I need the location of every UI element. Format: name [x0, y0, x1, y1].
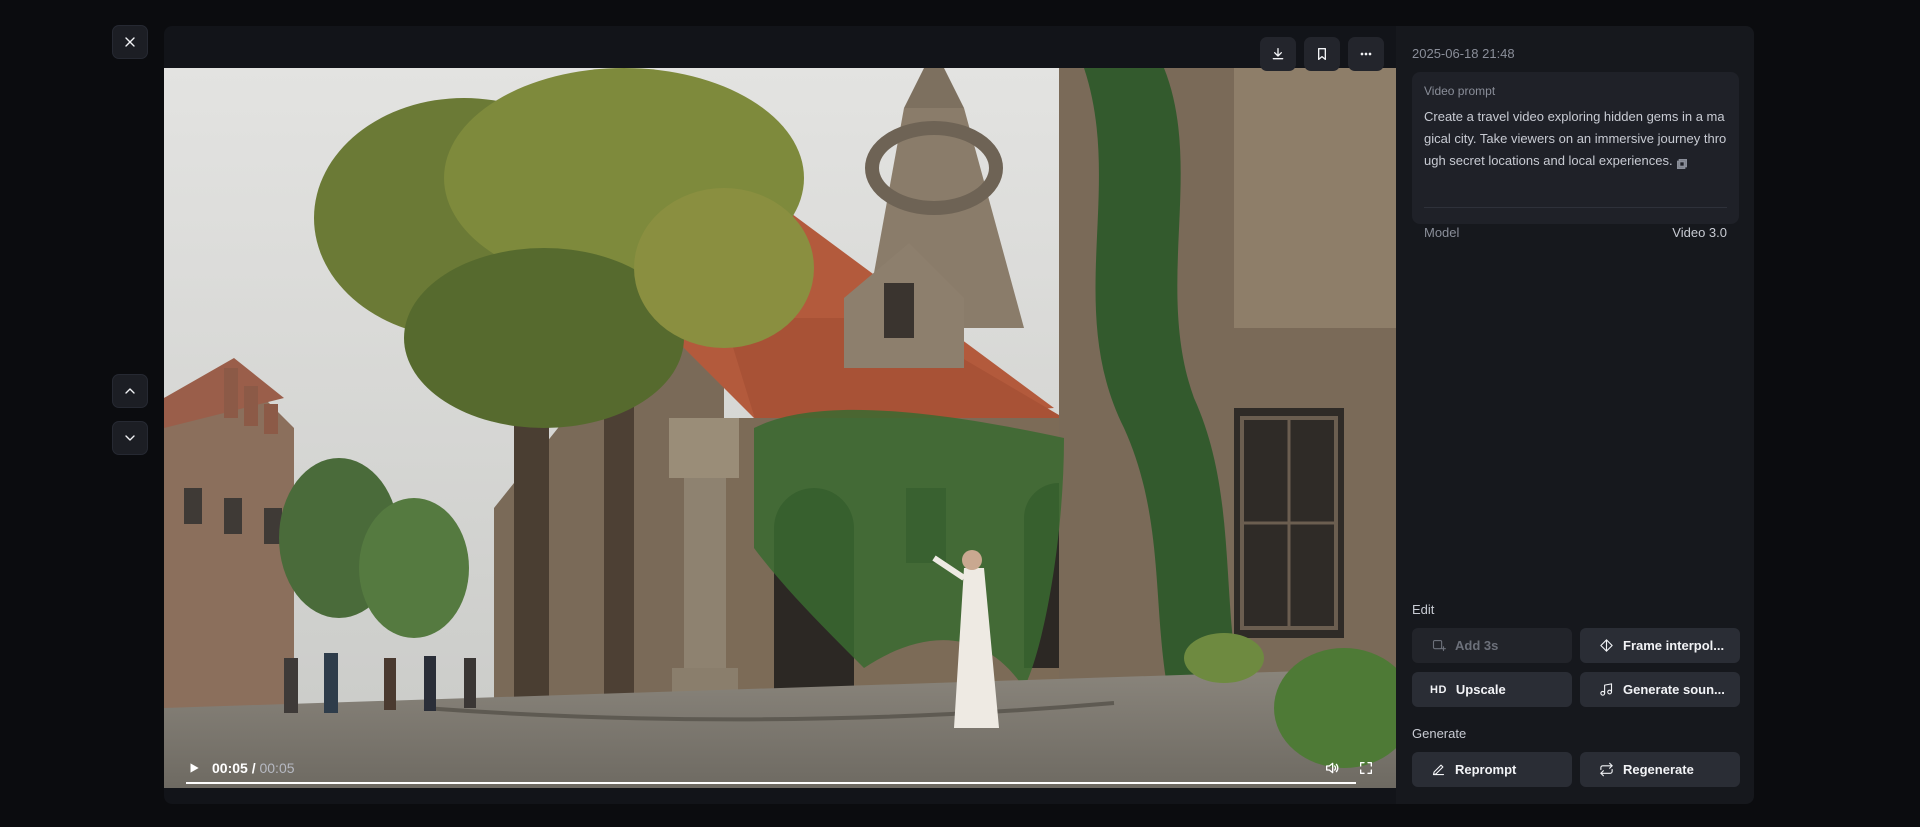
upscale-button[interactable]: HD Upscale	[1412, 672, 1572, 707]
model-row: Model Video 3.0	[1424, 225, 1727, 240]
bookmark-button[interactable]	[1304, 37, 1340, 71]
chevron-down-icon	[125, 435, 135, 441]
prompt-text-wrap: Create a travel video exploring hidden g…	[1424, 106, 1727, 172]
reprompt-label: Reprompt	[1455, 762, 1517, 777]
time-readout: 00:05 / 00:05	[212, 760, 295, 776]
more-icon	[1360, 52, 1372, 56]
divider	[1424, 207, 1727, 208]
current-time: 00:05	[212, 760, 248, 776]
next-item-button[interactable]	[112, 421, 148, 455]
prompt-label: Video prompt	[1424, 84, 1496, 98]
time-separator: /	[247, 760, 260, 776]
regenerate-button[interactable]: Regenerate	[1580, 752, 1740, 787]
video-player: 00:05 / 00:05	[164, 26, 1396, 804]
copy-icon[interactable]	[1676, 156, 1687, 169]
close-button[interactable]	[112, 25, 148, 59]
timestamp: 2025-06-18 21:48	[1412, 46, 1515, 61]
hd-icon: HD	[1430, 683, 1447, 696]
play-icon	[190, 763, 199, 773]
video-controls: 00:05 / 00:05	[164, 748, 1396, 788]
upscale-label: Upscale	[1455, 682, 1506, 697]
frame-interpolation-label: Frame interpol...	[1623, 638, 1725, 653]
add-3s-button[interactable]: Add 3s	[1412, 628, 1572, 663]
volume-button[interactable]	[1322, 758, 1342, 778]
repeat-icon	[1598, 762, 1614, 778]
model-label: Model	[1424, 225, 1460, 240]
previous-item-button[interactable]	[112, 374, 148, 408]
details-panel: 2025-06-18 21:48 Video prompt Create a t…	[1396, 26, 1754, 804]
duration: 00:05	[259, 760, 295, 776]
close-icon	[125, 37, 135, 47]
generate-sound-label: Generate soun...	[1623, 682, 1725, 697]
bookmark-icon	[1318, 48, 1326, 60]
more-options-button[interactable]	[1348, 37, 1384, 71]
edit-section-label: Edit	[1412, 602, 1435, 617]
chevron-up-icon	[125, 388, 135, 394]
video-frame[interactable]	[164, 68, 1396, 788]
regenerate-label: Regenerate	[1623, 762, 1694, 777]
add-time-icon	[1430, 638, 1446, 654]
music-note-icon	[1598, 682, 1614, 698]
reprompt-button[interactable]: Reprompt	[1412, 752, 1572, 787]
play-button[interactable]	[184, 758, 204, 778]
fullscreen-button[interactable]	[1356, 758, 1376, 778]
generate-sound-button[interactable]: Generate soun...	[1580, 672, 1740, 707]
diamond-icon	[1598, 638, 1614, 654]
prompt-card: Video prompt Create a travel video explo…	[1412, 72, 1739, 240]
download-button[interactable]	[1260, 37, 1296, 71]
video-scene-image	[164, 68, 1396, 788]
download-icon	[1272, 48, 1284, 60]
fullscreen-icon	[1360, 762, 1372, 774]
volume-icon	[1326, 762, 1339, 774]
frame-interpolation-button[interactable]: Frame interpol...	[1580, 628, 1740, 663]
model-value: Video 3.0	[1672, 225, 1727, 240]
add-3s-label: Add 3s	[1455, 638, 1499, 653]
pencil-icon	[1430, 762, 1446, 778]
generate-section-label: Generate	[1412, 726, 1467, 741]
